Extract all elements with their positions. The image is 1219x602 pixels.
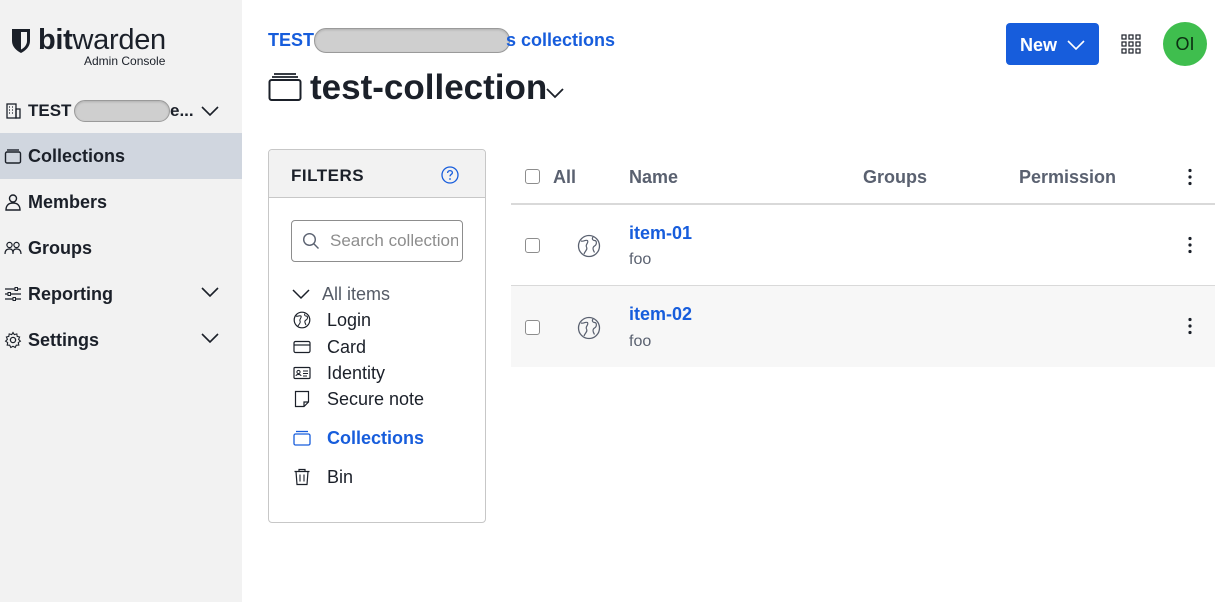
item-name-link[interactable]: item-01 (629, 223, 692, 244)
filter-type-login[interactable]: Login (291, 308, 481, 332)
filter-collections-label: Collections (327, 428, 425, 448)
sticky-note-icon (294, 390, 310, 408)
sliders-icon (5, 287, 21, 301)
collection-icon (4, 149, 22, 164)
header-name[interactable]: Name (629, 167, 678, 188)
org-name-prefix: TEST (28, 101, 72, 120)
building-icon (6, 103, 21, 119)
sidebar-item-label: Settings (28, 330, 100, 350)
item-subtitle: foo (629, 251, 652, 268)
help-icon[interactable] (441, 166, 459, 184)
chevron-down-icon (201, 287, 219, 298)
filter-type-label: Identity (327, 363, 386, 383)
filters-header: FILTERS (269, 150, 485, 198)
bitwarden-logo[interactable]: bitwarden Admin Console (10, 24, 190, 70)
collection-icon (268, 73, 302, 101)
breadcrumb-collections-link[interactable]: s collections (506, 30, 615, 51)
logo-light: warden (72, 24, 167, 56)
collection-icon (293, 430, 311, 446)
search-collection-box[interactable] (291, 220, 463, 262)
header-options-kebab-icon[interactable] (1187, 168, 1193, 186)
filters-panel: FILTERS All items Login Card (268, 149, 486, 523)
sidebar-item-label: Groups (28, 238, 93, 258)
filter-bin[interactable]: Bin (291, 465, 481, 489)
users-icon (4, 241, 22, 255)
sidebar-item-collections[interactable]: Collections (0, 133, 242, 179)
title-dropdown-chevron-icon[interactable] (544, 86, 566, 100)
page-title: test-collection (310, 68, 548, 107)
header-groups: Groups (863, 167, 928, 187)
filter-type-secure-note[interactable]: Secure note (291, 387, 481, 411)
search-collection-input[interactable] (330, 230, 458, 252)
user-icon (5, 194, 21, 211)
new-button-label: New (1020, 35, 1058, 55)
new-button[interactable]: New (1006, 23, 1099, 65)
sidebar-item-label: Collections (28, 146, 126, 166)
filter-type-label: Secure note (327, 389, 425, 409)
globe-icon (577, 234, 601, 258)
table-row[interactable]: item-01 foo (511, 205, 1215, 286)
sidebar-item-reporting[interactable]: Reporting (0, 271, 242, 317)
breadcrumb-link[interactable]: TEST (268, 30, 314, 51)
header-all[interactable]: All (553, 167, 576, 188)
credit-card-icon (293, 340, 311, 354)
filter-all-items-label: All items (322, 284, 391, 304)
item-subtitle: foo (629, 333, 652, 350)
user-avatar[interactable]: OI (1163, 22, 1207, 66)
table-row[interactable]: item-02 foo (511, 286, 1215, 367)
id-card-icon (293, 366, 311, 380)
filter-bin-label: Bin (327, 467, 354, 487)
chevron-down-icon (201, 333, 219, 344)
row-checkbox[interactable] (525, 238, 540, 253)
globe-icon (293, 311, 311, 329)
row-checkbox[interactable] (525, 320, 540, 335)
logo-bold: bit (38, 24, 73, 56)
filter-type-label: Login (327, 310, 372, 330)
filter-all-items[interactable]: All items (291, 282, 481, 306)
filters-title: FILTERS (291, 166, 365, 185)
app-switcher-grid-icon[interactable] (1121, 34, 1141, 54)
sidebar-item-groups[interactable]: Groups (0, 225, 242, 271)
redacted-breadcrumb (314, 28, 510, 53)
sidebar-item-settings[interactable]: Settings (0, 317, 242, 363)
table-header: All Name Groups Permission (511, 150, 1215, 205)
select-all-checkbox[interactable] (525, 169, 540, 184)
sidebar-item-label: Members (28, 192, 108, 212)
item-name-link[interactable]: item-02 (629, 304, 692, 325)
sidebar: bitwarden Admin Console TEST e... Collec… (0, 0, 242, 602)
filter-type-identity[interactable]: Identity (291, 361, 481, 385)
trash-icon (294, 468, 310, 486)
chevron-down-icon (201, 106, 219, 117)
org-name-suffix: e... (170, 101, 194, 120)
search-icon (302, 232, 319, 249)
row-options-kebab-icon[interactable] (1187, 236, 1193, 254)
logo-wordmark: bitwarden (38, 24, 166, 57)
row-options-kebab-icon[interactable] (1187, 317, 1193, 335)
filter-type-card[interactable]: Card (291, 335, 481, 359)
sidebar-item-label: Reporting (28, 284, 113, 304)
header-permission: Permission (1019, 167, 1117, 187)
filter-type-label: Card (327, 337, 367, 357)
chevron-down-icon (1067, 40, 1085, 51)
cog-icon (4, 331, 22, 349)
redacted-org-name (74, 100, 170, 122)
shield-icon (12, 29, 30, 53)
chevron-down-icon (292, 289, 310, 300)
logo-subtitle: Admin Console (84, 54, 166, 68)
globe-icon (577, 316, 601, 340)
sidebar-item-members[interactable]: Members (0, 179, 242, 225)
filter-collections[interactable]: Collections (291, 426, 481, 450)
